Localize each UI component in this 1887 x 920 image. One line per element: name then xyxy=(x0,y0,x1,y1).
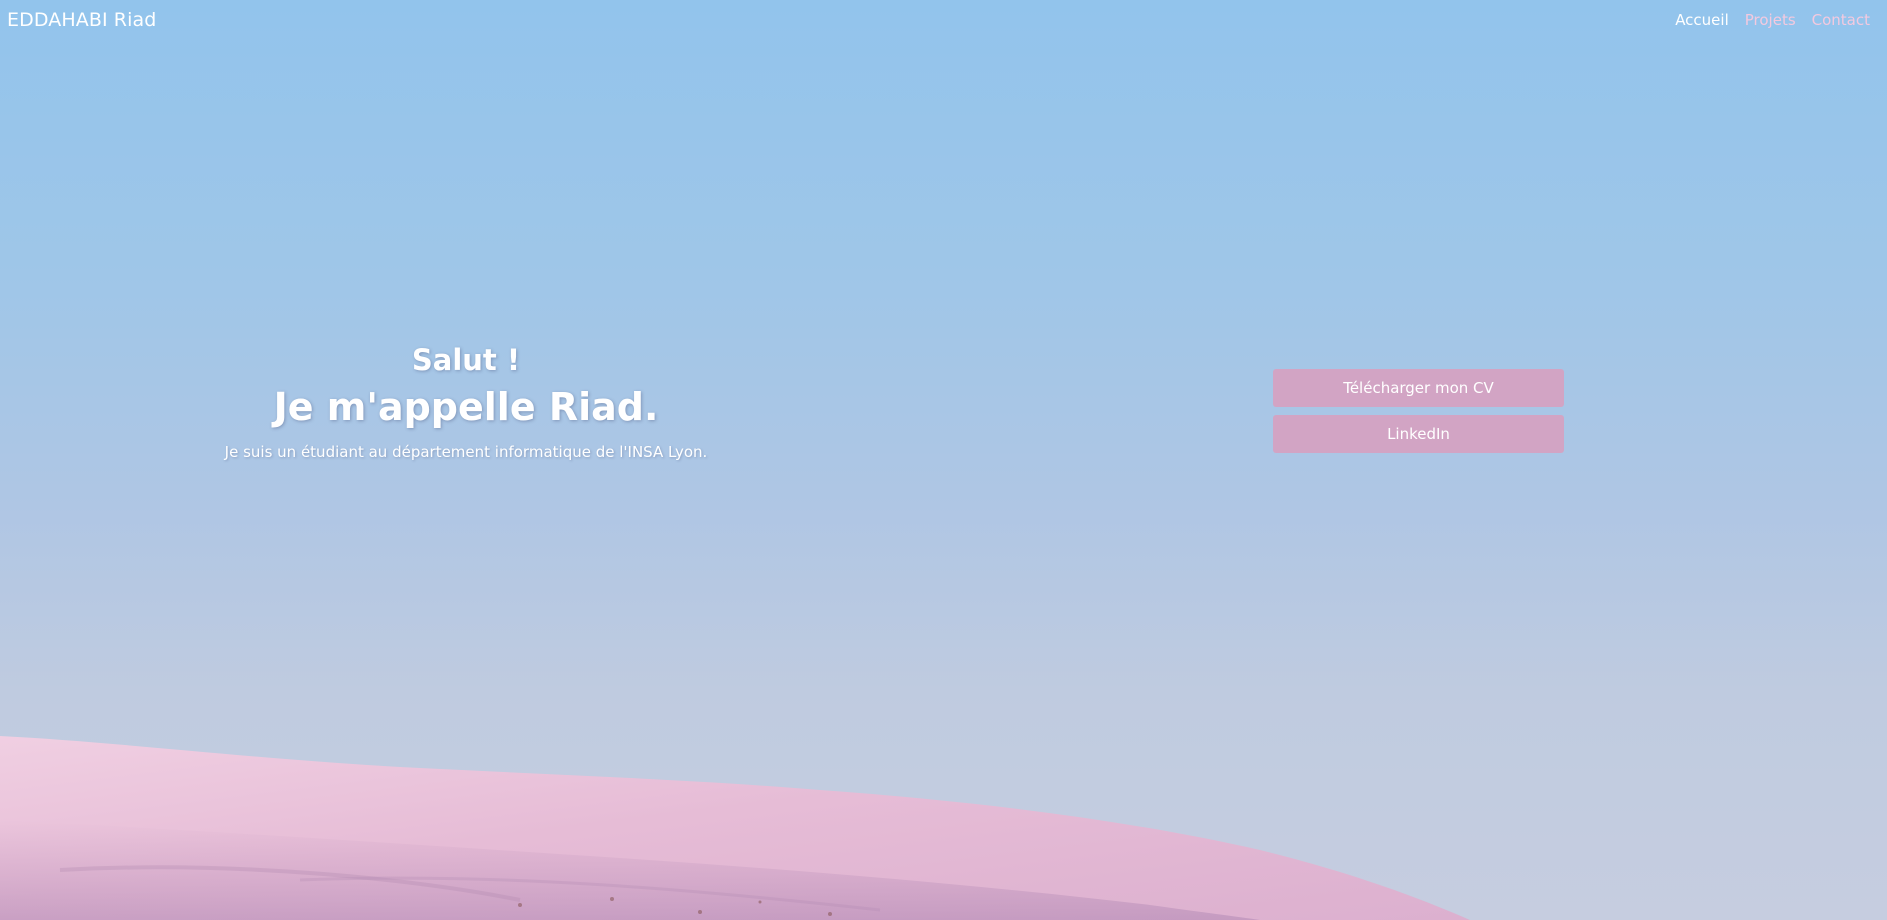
download-cv-button[interactable]: Télécharger mon CV xyxy=(1273,369,1564,407)
nav-link-accueil[interactable]: Accueil xyxy=(1675,11,1729,29)
hero-section: EDDAHABI Riad Accueil Projets Contact Sa… xyxy=(0,0,1887,920)
linkedin-button[interactable]: LinkedIn xyxy=(1273,415,1564,453)
nav-links: Accueil Projets Contact xyxy=(1675,11,1870,29)
hero-actions: Télécharger mon CV LinkedIn xyxy=(1273,369,1564,461)
hero-intro: Salut ! Je m'appelle Riad. Je suis un ét… xyxy=(200,340,732,462)
navbar: EDDAHABI Riad Accueil Projets Contact xyxy=(0,0,1887,42)
hero-greeting: Salut ! xyxy=(411,343,521,377)
brand-link[interactable]: EDDAHABI Riad xyxy=(7,9,156,31)
hero-description: Je suis un étudiant au département infor… xyxy=(224,443,708,461)
nav-link-projets[interactable]: Projets xyxy=(1745,11,1796,29)
nav-link-contact[interactable]: Contact xyxy=(1812,11,1870,29)
hero-name: Je m'appelle Riad. xyxy=(273,385,659,429)
